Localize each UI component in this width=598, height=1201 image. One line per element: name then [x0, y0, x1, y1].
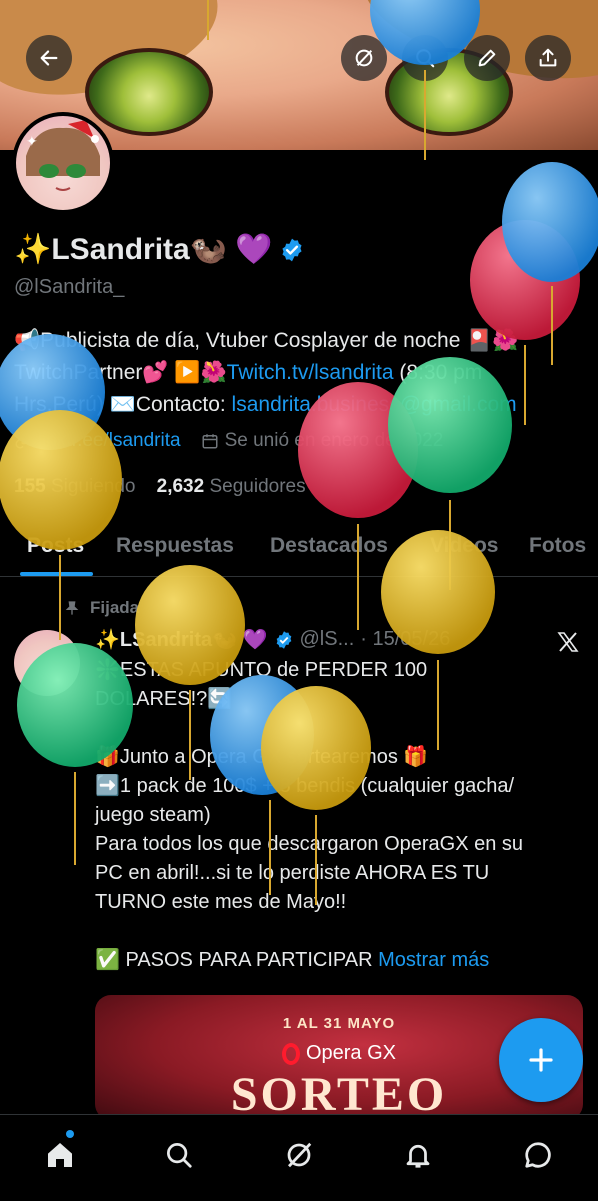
bio-text: 📢Publicista de día, Vtuber Cosplayer de …: [14, 329, 519, 352]
pin-icon: [65, 601, 79, 615]
followers-stat[interactable]: 2,632 Seguidores: [157, 476, 306, 497]
message-icon: [525, 1142, 551, 1168]
post-line: 🎁Junto a Opera GX sortearemos 🎁: [95, 746, 429, 768]
profile-stats: 155 Siguiendo 2,632 Seguidores: [14, 476, 306, 498]
link-icon: [15, 433, 31, 449]
profile-meta: linktr.ee/lsandrita Se unió en enero de …: [14, 430, 443, 452]
nav-notifications[interactable]: [398, 1135, 438, 1175]
website-item[interactable]: linktr.ee/lsandrita: [14, 430, 181, 452]
profile-avatar[interactable]: ✦: [12, 112, 114, 214]
plus-icon: [529, 1048, 553, 1072]
bottom-nav: [0, 1114, 598, 1201]
website-link[interactable]: linktr.ee/lsandrita: [38, 430, 181, 452]
joined-date: Se unió en enero de 2022: [224, 430, 444, 451]
post-line: [95, 714, 585, 743]
home-notification-dot: [66, 1130, 74, 1138]
profile-bio: 📢Publicista de día, Vtuber Cosplayer de …: [14, 325, 584, 421]
verified-badge-icon: [276, 630, 291, 649]
email-link[interactable]: lsandrita.business@gmail.com: [232, 393, 517, 416]
grok-button[interactable]: [341, 35, 387, 81]
following-stat[interactable]: 155 Siguiendo: [14, 476, 136, 497]
joined-item: Se unió en enero de 2022: [201, 430, 444, 452]
post-line: DOLARES!?🔄: [95, 688, 233, 710]
grok-icon: [355, 49, 373, 67]
back-button[interactable]: [26, 35, 72, 81]
tab-posts[interactable]: Posts: [27, 534, 84, 558]
post-date: · 15/05/26: [360, 628, 451, 650]
search-icon: [416, 49, 435, 68]
profile-tabs: Posts Respuestas Destacados Videos Fotos: [0, 520, 598, 577]
post-line-last: ✅ PASOS PARA PARTICIPAR Mostrar más: [95, 946, 585, 975]
tab-highlights[interactable]: Destacados: [270, 534, 388, 558]
post-line: ✅ PASOS PARA PARTICIPAR: [95, 949, 379, 971]
grok-icon: [287, 1142, 312, 1168]
share-icon: [539, 48, 557, 67]
post-avatar[interactable]: [14, 630, 80, 696]
opera-logo-icon: [281, 1042, 300, 1065]
bio-text: TwitchPartner💕 ▶️🌺: [14, 361, 227, 384]
search-icon: [167, 1143, 192, 1168]
show-more-link[interactable]: Mostrar más: [378, 949, 489, 971]
arrow-left-icon: [40, 50, 58, 66]
pencil-icon: [478, 49, 496, 67]
followers-label: Seguidores: [209, 476, 306, 497]
post-line: ❇️ESTAS APUNTO de PERDER 100: [95, 659, 428, 681]
post-handle[interactable]: @lS...: [300, 628, 355, 651]
nav-messages[interactable]: [518, 1135, 558, 1175]
bell-icon: [406, 1144, 430, 1168]
post-author[interactable]: ✨LSandrita🦦 💜: [95, 627, 268, 652]
card-dates: 1 AL 31 MAYO: [282, 1015, 396, 1032]
tab-photos[interactable]: Fotos: [529, 534, 586, 558]
banner-eye: [85, 48, 213, 136]
nav-home[interactable]: [40, 1135, 80, 1175]
twitch-link[interactable]: Twitch.tv/lsandrita: [227, 361, 394, 384]
bio-text: Hrs.Perú) ✉️Contacto:: [14, 393, 232, 416]
edit-button[interactable]: [464, 35, 510, 81]
post-header: ✨LSandrita🦦 💜 @lS... · 15/05/26: [95, 627, 450, 652]
profile-name: ✨LSandrita🦦 💜: [14, 232, 305, 267]
search-button[interactable]: [402, 35, 448, 81]
card-brand-text: Opera GX: [305, 1042, 397, 1064]
following-count: 155: [14, 476, 46, 497]
post-line: juego steam): [95, 804, 211, 826]
post-line: ➡️1 pack de 100$ + 8 bendis (cualquier g…: [95, 775, 515, 797]
tab-replies[interactable]: Respuestas: [116, 534, 234, 558]
followers-count: 2,632: [156, 476, 205, 497]
nav-search[interactable]: [159, 1135, 199, 1175]
avatar-image: ✦: [16, 116, 110, 210]
profile-handle: @lSandrita_: [14, 276, 125, 298]
post-line: Para todos los que descargaron OperaGX e…: [95, 833, 524, 855]
post-line: [95, 917, 585, 946]
post-line: TURNO este mes de Mayo!!: [95, 891, 347, 913]
display-name: ✨LSandrita🦦 💜: [14, 233, 273, 266]
post-text: ❇️ESTAS APUNTO de PERDER 100 DOLARES!?🔄 …: [95, 656, 585, 975]
avatar-drawing: ✦: [26, 120, 100, 191]
post-line: PC en abril!...si te lo perdiste AHORA E…: [95, 862, 490, 884]
verified-badge-icon[interactable]: [279, 237, 305, 263]
following-label: Siguiendo: [50, 476, 136, 497]
nav-grok[interactable]: [279, 1135, 319, 1175]
home-icon: [48, 1143, 72, 1167]
x-logo-icon[interactable]: [556, 630, 580, 654]
pinned-text: Fijada: [90, 598, 140, 617]
active-tab-indicator: [20, 572, 93, 576]
tab-videos[interactable]: Videos: [430, 534, 498, 558]
compose-button[interactable]: [499, 1018, 583, 1102]
calendar-icon: [202, 434, 218, 449]
pinned-label: Fijada: [64, 598, 139, 618]
svg-text:✦: ✦: [26, 133, 38, 149]
bio-text: (8:30 pm: [393, 361, 483, 384]
share-button[interactable]: [525, 35, 571, 81]
